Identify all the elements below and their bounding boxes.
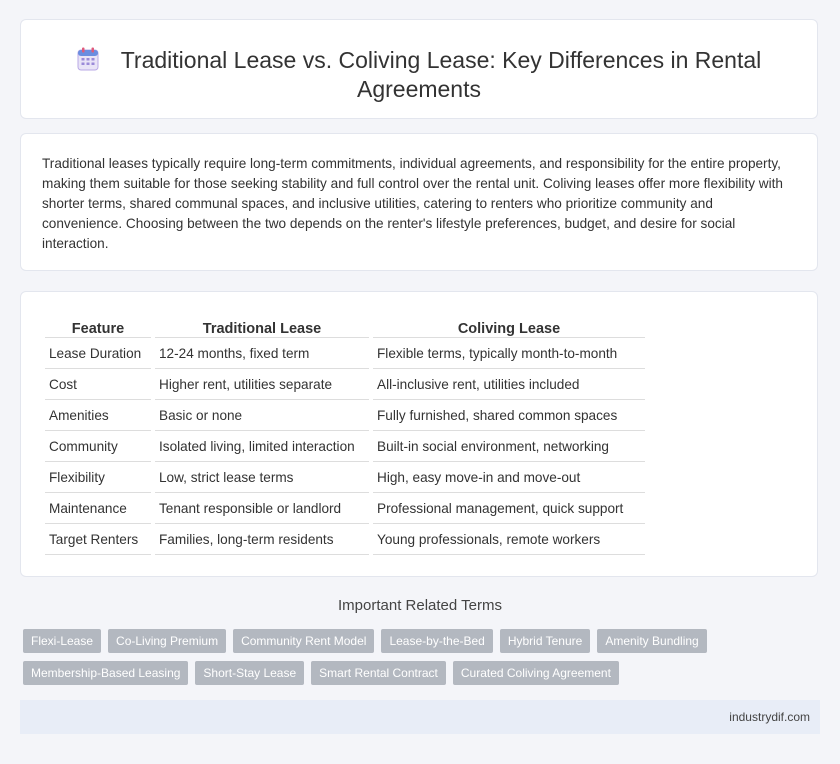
row-feature: Cost <box>45 369 151 400</box>
title-line-1: Traditional Lease vs. Coliving Lease: Ke… <box>120 47 762 73</box>
comparison-table: Feature Traditional Lease Coliving Lease… <box>41 312 649 555</box>
related-term-tag[interactable]: Short-Stay Lease <box>195 661 305 685</box>
row-traditional: Basic or none <box>155 400 369 431</box>
header-coliving: Coliving Lease <box>373 312 645 338</box>
row-traditional: Isolated living, limited interaction <box>155 431 369 462</box>
related-term-tag[interactable]: Amenity Bundling <box>597 629 707 653</box>
table-row: Community Isolated living, limited inter… <box>45 431 645 462</box>
title-line-2: Agreements <box>356 76 481 102</box>
row-traditional: Tenant responsible or landlord <box>155 493 369 524</box>
related-term-tag[interactable]: Community Rent Model <box>233 629 375 653</box>
table-row: Target Renters Families, long-term resid… <box>45 524 645 555</box>
row-traditional: Low, strict lease terms <box>155 462 369 493</box>
comparison-card: Feature Traditional Lease Coliving Lease… <box>20 291 818 577</box>
related-terms-list: Flexi-Lease Co-Living Premium Community … <box>23 629 723 685</box>
row-feature: Flexibility <box>45 462 151 493</box>
related-term-tag[interactable]: Membership-Based Leasing <box>23 661 189 685</box>
table-header-row: Feature Traditional Lease Coliving Lease <box>45 312 645 338</box>
table-row: Maintenance Tenant responsible or landlo… <box>45 493 645 524</box>
row-feature: Lease Duration <box>45 338 151 369</box>
row-coliving: Young professionals, remote workers <box>373 524 645 555</box>
related-terms-title: Important Related Terms <box>338 597 502 614</box>
row-feature: Target Renters <box>45 524 151 555</box>
row-traditional: Higher rent, utilities separate <box>155 369 369 400</box>
row-coliving: Built-in social environment, networking <box>373 431 645 462</box>
row-coliving: Flexible terms, typically month-to-month <box>373 338 645 369</box>
row-feature: Amenities <box>45 400 151 431</box>
footer-site-link[interactable]: industrydif.com <box>729 710 810 724</box>
footer-bar: industrydif.com <box>20 700 820 734</box>
row-coliving: Fully furnished, shared common spaces <box>373 400 645 431</box>
row-traditional: 12-24 months, fixed term <box>155 338 369 369</box>
row-feature: Community <box>45 431 151 462</box>
table-row: Amenities Basic or none Fully furnished,… <box>45 400 645 431</box>
table-row: Cost Higher rent, utilities separate All… <box>45 369 645 400</box>
row-coliving: High, easy move-in and move-out <box>373 462 645 493</box>
calendar-icon <box>77 47 99 71</box>
table-row: Flexibility Low, strict lease terms High… <box>45 462 645 493</box>
related-term-tag[interactable]: Lease-by-the-Bed <box>381 629 493 653</box>
related-term-tag[interactable]: Hybrid Tenure <box>499 629 591 653</box>
related-term-tag[interactable]: Flexi-Lease <box>23 629 102 653</box>
intro-paragraph: Traditional leases typically require lon… <box>42 156 783 251</box>
related-term-tag[interactable]: Smart Rental Contract <box>311 661 446 685</box>
intro-card: Traditional leases typically require lon… <box>20 133 818 271</box>
row-coliving: Professional management, quick support <box>373 493 645 524</box>
related-term-tag[interactable]: Co-Living Premium <box>108 629 227 653</box>
title-card: Traditional Lease vs. Coliving Lease: Ke… <box>20 19 818 119</box>
related-term-tag[interactable]: Curated Coliving Agreement <box>452 661 619 685</box>
header-feature: Feature <box>45 312 151 338</box>
page-title: Traditional Lease vs. Coliving Lease: Ke… <box>21 46 817 104</box>
row-coliving: All-inclusive rent, utilities included <box>373 369 645 400</box>
header-traditional: Traditional Lease <box>155 312 369 338</box>
row-traditional: Families, long-term residents <box>155 524 369 555</box>
table-row: Lease Duration 12-24 months, fixed term … <box>45 338 645 369</box>
row-feature: Maintenance <box>45 493 151 524</box>
